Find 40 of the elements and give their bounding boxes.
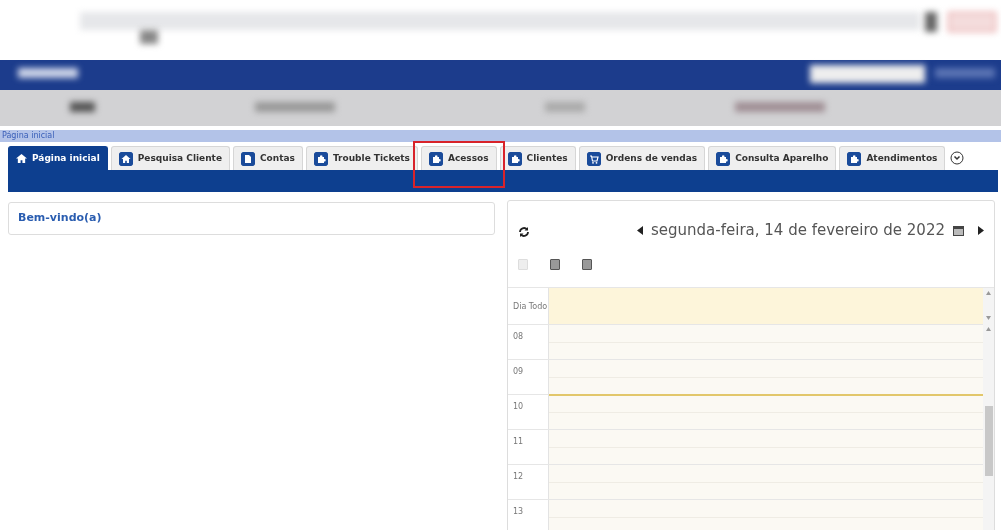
blurred-field [545, 102, 585, 112]
calendar-date: segunda-feira, 14 de fevereiro de 2022 [651, 220, 945, 241]
tab[interactable]: Clientes [499, 146, 576, 170]
tab[interactable]: Ordens de vendas [578, 146, 706, 170]
tab[interactable]: Acessos [420, 146, 497, 170]
tab[interactable]: Consulta Aparelho [708, 146, 837, 170]
puzzle-icon [313, 151, 328, 166]
calendar-view-button[interactable] [550, 259, 560, 270]
puzzle-icon [716, 151, 731, 166]
tab[interactable]: Pesquisa Cliente [110, 146, 230, 170]
scroll-up-icon[interactable] [986, 291, 991, 295]
home-icon [118, 151, 133, 166]
scrollbar-thumb[interactable] [984, 406, 993, 476]
home-icon [16, 153, 27, 164]
tab[interactable]: Trouble Tickets [305, 146, 418, 170]
puzzle-icon [847, 151, 862, 166]
tab[interactable]: Página inicial [8, 146, 108, 170]
puzzle-icon [428, 151, 443, 166]
refresh-icon[interactable] [518, 225, 530, 238]
cart-icon [586, 151, 601, 166]
blurred-logo [18, 68, 78, 78]
document-icon [241, 151, 255, 166]
puzzle-icon [507, 151, 522, 166]
breadcrumb: Página inicial [0, 130, 1001, 142]
calendar-view-button[interactable] [582, 259, 592, 270]
blurred-icon [925, 12, 937, 32]
tab[interactable]: Atendimentos [839, 146, 946, 170]
previous-arrow-icon[interactable] [637, 226, 643, 235]
calendar-icon[interactable] [953, 225, 964, 236]
scrollbar[interactable] [983, 288, 994, 324]
welcome-panel: Bem-vindo(a) [8, 202, 495, 235]
more-tabs-icon[interactable] [950, 151, 965, 165]
blurred-field [70, 102, 95, 112]
blurred-icon [140, 30, 158, 44]
scroll-down-icon[interactable] [986, 316, 991, 320]
blurred-icon [935, 68, 995, 78]
scrollbar[interactable] [983, 324, 994, 530]
next-arrow-icon[interactable] [978, 226, 984, 235]
tab[interactable]: Contas [233, 146, 303, 170]
scroll-up-icon[interactable] [986, 327, 991, 331]
